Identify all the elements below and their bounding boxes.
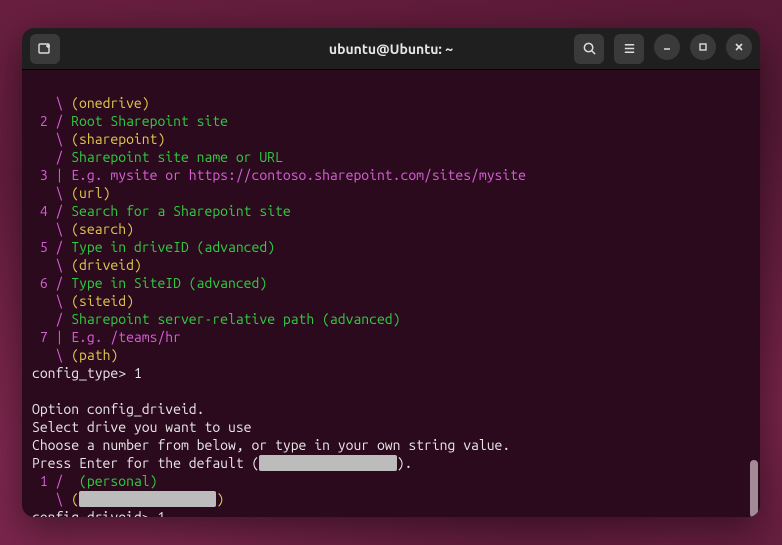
press-enter-suffix: ). [397,455,413,471]
titlebar: ubuntu@Ubuntu: ~ [22,28,760,70]
close-button[interactable] [726,34,752,60]
prompt-config-driveid-value: 1 [157,509,165,517]
terminal-window: ubuntu@Ubuntu: ~ \ (onedrive) 2 / Root S… [22,28,760,517]
press-enter-prefix: Press Enter for the default ( [32,455,259,471]
redacted-default-driveid: xxxxxxxxxxxxxxxxx [259,455,396,471]
redacted-driveid: xxxxxxxxxxxxxxxxx [79,491,216,507]
prompt-config-driveid-label: config_driveid> [32,509,150,517]
minimize-button[interactable] [654,34,680,60]
new-tab-button[interactable] [30,34,60,64]
section-config-driveid-line2: Select drive you want to use [32,419,252,435]
section-config-driveid-line1: Option config_driveid. [32,401,204,417]
drive-option-number: 1 [40,473,48,489]
drive-option-label: (personal) [71,473,157,489]
scrollbar-thumb[interactable] [750,460,758,517]
maximize-button[interactable] [690,34,716,60]
prompt-config-type-label: config_type> [32,365,126,381]
prompt-config-type-value: 1 [134,365,142,381]
menu-button[interactable] [614,34,644,64]
option-list: \ (onedrive) 2 / Root Sharepoint site \ … [32,94,750,364]
section-config-driveid-line3: Choose a number from below, or type in y… [32,437,510,453]
terminal-output[interactable]: \ (onedrive) 2 / Root Sharepoint site \ … [22,70,760,517]
search-button[interactable] [574,34,604,64]
